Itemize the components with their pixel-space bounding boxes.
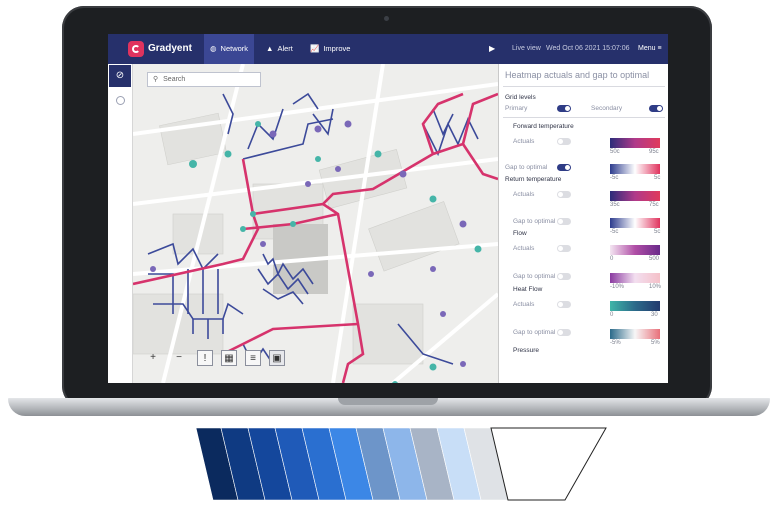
block-12 — [490, 427, 607, 501]
decorative-blocks — [195, 427, 607, 501]
